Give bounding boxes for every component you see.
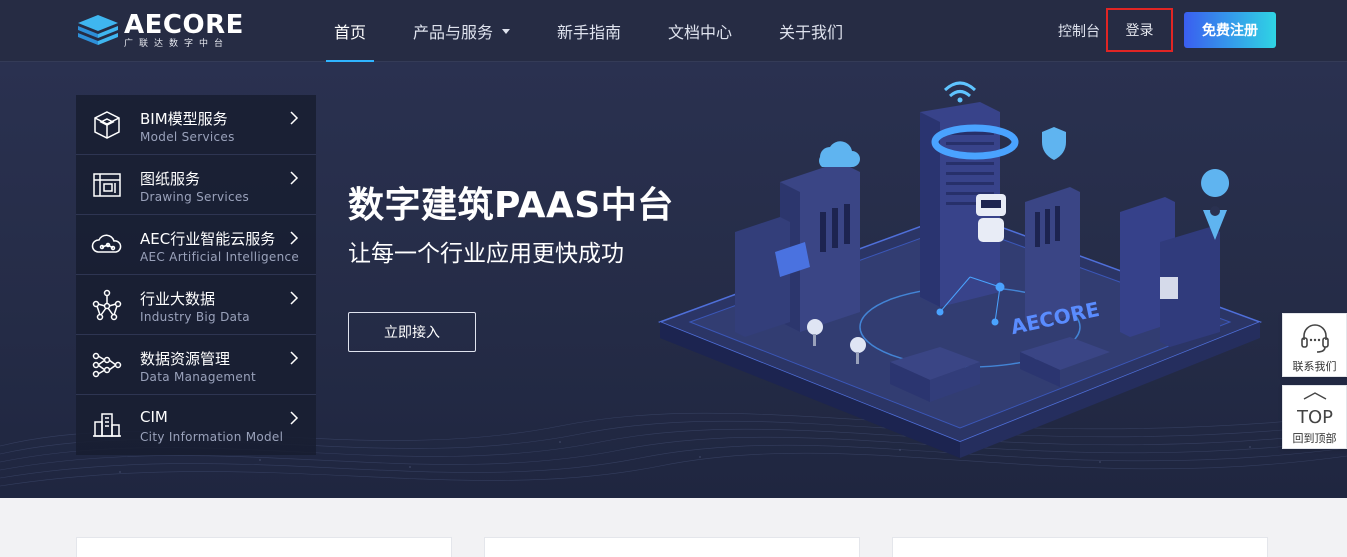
nav-item-guide[interactable]: 新手指南 (557, 0, 621, 62)
console-link[interactable]: 控制台 (1058, 21, 1100, 41)
logo-mark-icon (78, 15, 118, 45)
top-icon-text: TOP (1297, 407, 1333, 428)
chevron-right-icon (290, 351, 299, 365)
headset-icon (1300, 324, 1329, 353)
hero-banner: AECORE BIM模型服务 Model Services 图纸服务 Drawi… (0, 62, 1347, 498)
nav-label: 产品与服务 (413, 23, 494, 42)
caret-down-icon (502, 28, 511, 34)
menu-item-data-management[interactable]: 数据资源管理 Data Management (76, 335, 316, 395)
nav-item-home[interactable]: 首页 (326, 0, 374, 62)
back-to-top-icon: TOP (1297, 392, 1333, 428)
chevron-right-icon (290, 231, 299, 245)
menu-item-subtitle: Data Management (140, 370, 257, 384)
feature-card[interactable] (76, 537, 452, 557)
smart-city-illustration: AECORE (657, 81, 1263, 458)
nav-label: 关于我们 (779, 23, 844, 42)
main-nav: 首页 产品与服务 新手指南 文档中心 关于我们 (326, 0, 843, 62)
nav-item-about[interactable]: 关于我们 (779, 0, 843, 62)
menu-item-subtitle: City Information Model (140, 430, 284, 444)
nav-label: 文档中心 (668, 23, 733, 42)
menu-item-title: 行业大数据 (140, 290, 216, 308)
menu-item-subtitle: AEC Artificial Intelligence (140, 250, 300, 264)
logo-subtitle: 广联达数字中台 (124, 38, 230, 49)
chevron-right-icon (290, 111, 299, 125)
nav-label: 首页 (333, 23, 366, 42)
back-to-top-button[interactable]: TOP 回到顶部 (1282, 385, 1347, 449)
menu-item-subtitle: Model Services (140, 130, 235, 144)
menu-item-drawing[interactable]: 图纸服务 Drawing Services (76, 155, 316, 215)
menu-item-aec-ai[interactable]: AEC行业智能云服务 AEC Artificial Intelligence (76, 215, 316, 275)
connect-now-button[interactable]: 立即接入 (348, 312, 476, 352)
contact-us-button[interactable]: 联系我们 (1282, 313, 1347, 377)
nav-item-docs[interactable]: 文档中心 (668, 0, 732, 62)
nav-item-products[interactable]: 产品与服务 (413, 0, 511, 62)
menu-item-bim-model[interactable]: BIM模型服务 Model Services (76, 95, 316, 155)
aecore-logo[interactable]: AECORE 广联达数字中台 (76, 9, 246, 49)
cube-icon (94, 111, 120, 139)
contact-us-label: 联系我们 (1292, 360, 1337, 373)
chevron-right-icon (290, 411, 299, 425)
menu-item-title: BIM模型服务 (140, 110, 228, 128)
menu-item-title: 图纸服务 (140, 170, 201, 188)
data-nodes-icon (92, 352, 122, 378)
menu-item-title: CIM (140, 408, 168, 426)
menu-item-title: 数据资源管理 (140, 350, 231, 368)
city-icon (93, 413, 121, 437)
hero-subtitle: 让每一个行业应用更快成功 (348, 241, 624, 267)
menu-item-cim[interactable]: CIM City Information Model (76, 395, 316, 455)
logo-name: AECORE (124, 9, 244, 40)
register-button[interactable]: 免费注册 (1184, 12, 1276, 48)
network-graph-icon (92, 289, 122, 321)
login-button[interactable]: 登录 (1106, 8, 1173, 52)
feature-card[interactable] (484, 537, 860, 557)
menu-item-title: AEC行业智能云服务 (140, 230, 276, 248)
service-menu: BIM模型服务 Model Services 图纸服务 Drawing Serv… (76, 95, 316, 455)
chevron-right-icon (290, 171, 299, 185)
back-to-top-label: 回到顶部 (1292, 432, 1337, 445)
feature-card[interactable] (892, 537, 1268, 557)
nav-label: 新手指南 (557, 23, 622, 42)
menu-item-big-data[interactable]: 行业大数据 Industry Big Data (76, 275, 316, 335)
top-header: AECORE 广联达数字中台 首页 产品与服务 新手指南 文档中心 关于我们 控… (0, 0, 1347, 62)
blueprint-icon (93, 173, 121, 197)
menu-item-subtitle: Industry Big Data (140, 310, 250, 324)
menu-item-subtitle: Drawing Services (140, 190, 250, 204)
cloud-network-icon (91, 234, 122, 253)
hero-title: 数字建筑PAAS中台 (348, 185, 674, 226)
chevron-right-icon (290, 291, 299, 305)
